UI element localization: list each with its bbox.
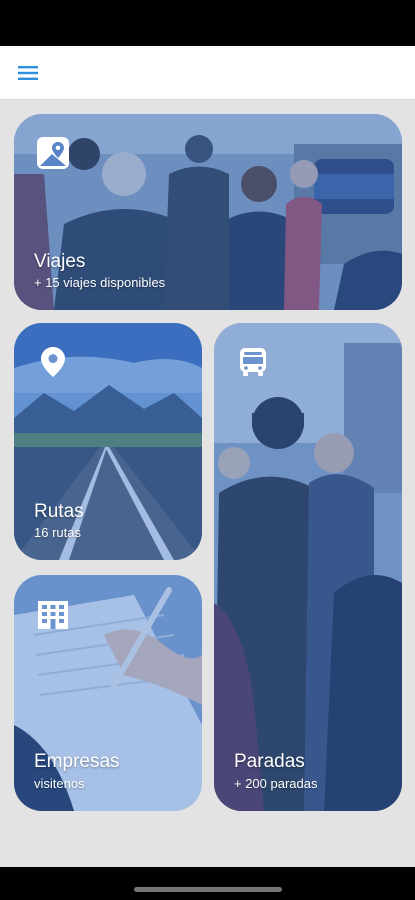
card-subtitle: + 15 viajes disponibles [34, 275, 166, 290]
location-pin-icon [41, 347, 65, 377]
card-title: Empresas [34, 751, 120, 772]
card-subtitle: 16 rutas [34, 525, 81, 540]
card-paradas[interactable]: Paradas + 200 paradas [214, 323, 402, 811]
card-viajes[interactable]: Viajes + 15 viajes disponibles [14, 114, 402, 310]
card-subtitle: visitenos [34, 776, 85, 791]
hamburger-menu-icon [18, 66, 38, 80]
office-building-icon [38, 601, 68, 629]
app-bar [0, 46, 415, 100]
card-title: Paradas [234, 751, 305, 772]
map-photo-icon [37, 137, 69, 169]
card-title: Viajes [34, 251, 86, 272]
card-overlay [214, 323, 402, 811]
bus-icon [240, 348, 266, 376]
card-empresas[interactable]: Empresas visitenos [14, 575, 202, 811]
menu-button[interactable] [14, 60, 42, 86]
card-subtitle: + 200 paradas [234, 776, 318, 791]
card-rutas[interactable]: Rutas 16 rutas [14, 323, 202, 560]
status-bar [0, 0, 415, 46]
card-title: Rutas [34, 501, 84, 522]
system-nav-bar [0, 867, 415, 900]
home-indicator[interactable] [134, 887, 282, 892]
